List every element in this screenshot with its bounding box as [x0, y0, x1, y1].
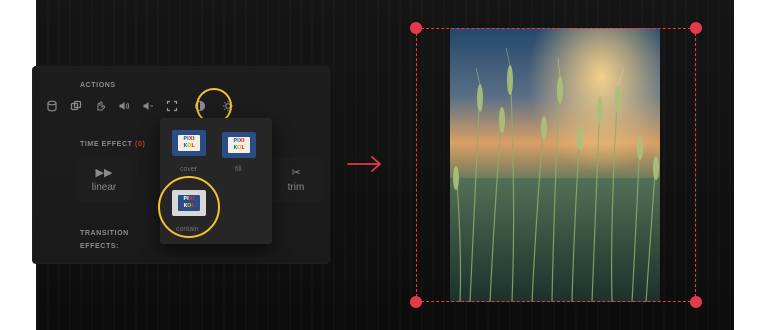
- fast-forward-icon: ▶▶: [95, 167, 113, 179]
- logo-text: XI: [238, 138, 245, 144]
- logo-text: L: [241, 145, 245, 151]
- resize-handle-bottom-right[interactable]: [690, 296, 702, 308]
- database-icon[interactable]: [44, 98, 60, 114]
- trim-button[interactable]: ✂ trim: [268, 158, 324, 202]
- trim-label: trim: [287, 182, 305, 193]
- linear-label: linear: [91, 182, 117, 193]
- fill-label: fill: [235, 166, 242, 173]
- transition-title-line2: EFFECTS:: [80, 243, 120, 250]
- copy-icon[interactable]: [68, 98, 84, 114]
- linear-button[interactable]: ▶▶ linear: [76, 158, 132, 202]
- pixikol-logo: PIXI KOL: [228, 137, 250, 153]
- logo-text: L: [191, 143, 195, 149]
- arrow-right-icon: [347, 156, 381, 172]
- contain-highlight: [158, 176, 220, 238]
- volume-up-icon[interactable]: [116, 98, 132, 114]
- fit-option-cover[interactable]: PIXI KOL: [172, 130, 206, 156]
- logo-text: XI: [188, 136, 195, 142]
- resize-handle-top-left[interactable]: [410, 22, 422, 34]
- actions-heading: ACTIONS: [80, 82, 116, 89]
- transition-heading: TRANSITION EFFECTS:: [80, 230, 129, 250]
- hand-icon[interactable]: [92, 98, 108, 114]
- transition-title-line1: TRANSITION: [80, 230, 129, 237]
- crop-frame[interactable]: [416, 28, 696, 302]
- cover-label: cover: [180, 166, 198, 173]
- resize-handle-bottom-left[interactable]: [410, 296, 422, 308]
- fit-option-fill[interactable]: PIXI KOL: [222, 132, 256, 158]
- time-effect-heading: TIME EFFECT (0): [80, 141, 145, 148]
- fit-frame-icon[interactable]: [164, 98, 180, 114]
- time-effect-count: (0): [135, 141, 146, 148]
- volume-down-icon[interactable]: [140, 98, 156, 114]
- scissors-icon: ✂: [291, 167, 301, 179]
- time-effect-title: TIME EFFECT: [80, 141, 133, 148]
- pixikol-logo: PIXI KOL: [178, 135, 200, 151]
- resize-handle-top-right[interactable]: [690, 22, 702, 34]
